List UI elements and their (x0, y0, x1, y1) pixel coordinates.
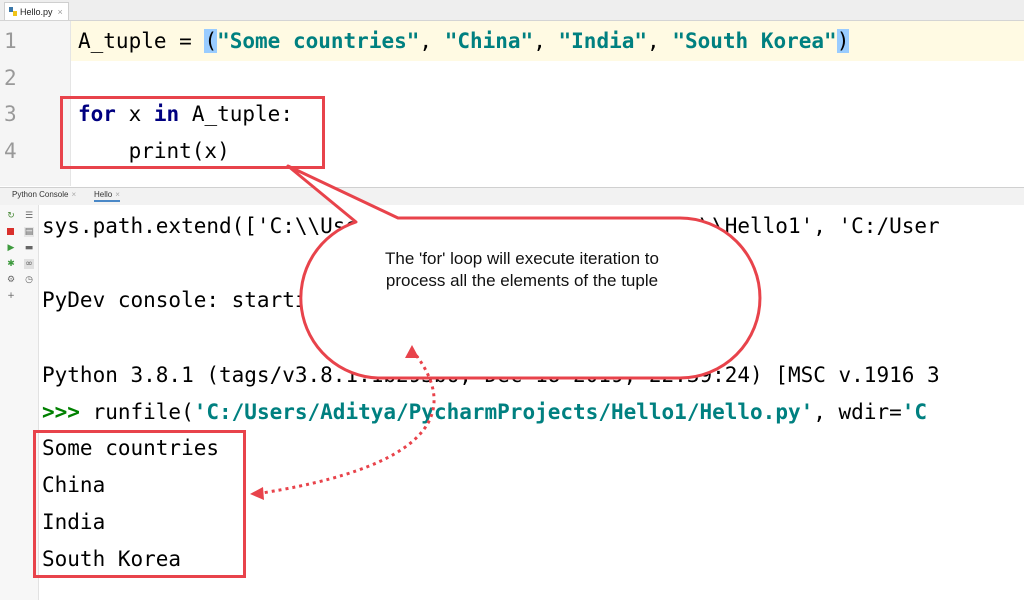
tab-hello[interactable]: Hello × (94, 190, 120, 202)
console-line-version: Python 3.8.1 (tags/v3.8.1:1b293b6, Dec 1… (42, 363, 940, 387)
soft-wrap-icon[interactable]: ☰ (24, 211, 34, 221)
tab-python-console[interactable]: Python Console × (12, 190, 76, 199)
editor-tab-label: Hello.py (20, 6, 53, 17)
console-line-path: sys.path.extend(['C:\\Users\\Aditya\\Pyc… (42, 214, 940, 238)
string-literal: "China" (444, 29, 534, 53)
editor-tab-bar: Hello.py × (0, 0, 1024, 21)
close-icon[interactable]: × (58, 7, 63, 17)
debug-icon[interactable]: ✱ (6, 259, 16, 269)
run-icon[interactable]: ▶ (6, 243, 16, 253)
output-highlight-box (33, 430, 246, 578)
close-icon[interactable]: × (115, 190, 120, 199)
open-paren-highlighted: ( (204, 29, 218, 53)
console-line-pydev: PyDev console: starting. (42, 288, 346, 312)
variables-icon[interactable]: ▬ (24, 243, 34, 253)
console-prompt: >>> (42, 400, 93, 424)
console-line-runfile: >>> runfile('C:/Users/Aditya/PycharmProj… (42, 399, 927, 425)
line-number: 4 (4, 139, 17, 163)
settings-icon[interactable]: ⚙ (6, 275, 16, 285)
for-loop-highlight-box (60, 96, 325, 169)
code-line-1[interactable]: A_tuple = ("Some countries", "China", "I… (78, 28, 850, 54)
line-number: 2 (4, 66, 17, 90)
callout-text: The 'for' loop will execute iteration to… (385, 249, 659, 290)
close-paren-highlighted: ) (836, 29, 850, 53)
console-tab-bar: Python Console × Hello × (0, 187, 1024, 206)
runfile-call: runfile( (92, 400, 194, 424)
tab-label: Hello (94, 190, 113, 199)
add-icon[interactable]: + (6, 291, 16, 301)
line-number: 3 (4, 102, 17, 126)
string-literal: "India" (558, 29, 648, 53)
separator: , (533, 29, 559, 53)
infinity-icon[interactable]: ∞ (24, 259, 34, 269)
variable-name: A_tuple (78, 29, 167, 53)
editor-tab-hello-py[interactable]: Hello.py × (4, 2, 69, 20)
separator: , (647, 29, 673, 53)
string-literal: "Some countries" (217, 29, 420, 53)
assign-operator: = (166, 29, 205, 53)
separator: , (419, 29, 445, 53)
stop-icon[interactable] (7, 228, 14, 235)
close-icon[interactable]: × (71, 190, 76, 199)
runfile-wdir-value: 'C (901, 400, 928, 424)
python-file-icon (9, 7, 17, 16)
rerun-icon[interactable]: ↻ (6, 211, 16, 221)
history-icon[interactable]: ◷ (24, 275, 34, 285)
tab-label: Python Console (12, 190, 69, 199)
string-literal: "South Korea" (672, 29, 837, 53)
print-icon[interactable]: ▤ (24, 227, 34, 237)
runfile-path: 'C:/Users/Aditya/PycharmProjects/Hello1/… (193, 400, 814, 424)
line-number: 1 (4, 29, 17, 53)
runfile-wdir: , wdir= (813, 400, 902, 424)
